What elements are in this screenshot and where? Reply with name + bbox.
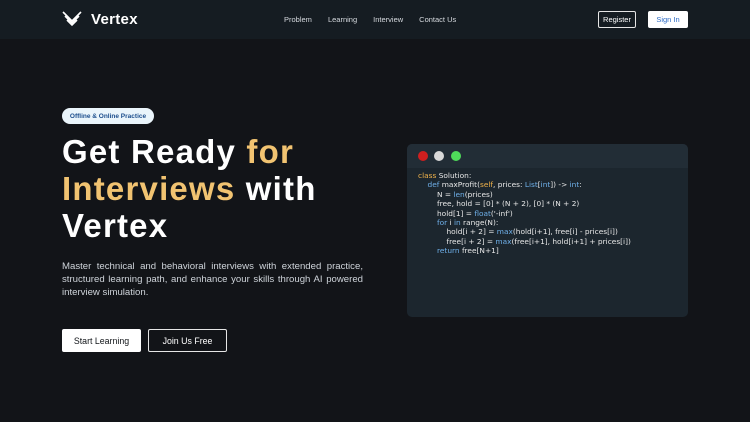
start-learning-button[interactable]: Start Learning bbox=[62, 329, 141, 352]
code-token: ]) -> bbox=[550, 180, 570, 190]
code-token: free[N+1] bbox=[459, 246, 499, 256]
code-line: class Solution: bbox=[418, 171, 631, 180]
join-us-free-button[interactable]: Join Us Free bbox=[148, 329, 227, 352]
headline-text: Vertex bbox=[62, 207, 169, 244]
code-token: N = bbox=[437, 189, 454, 199]
code-token: free[i + 2] = bbox=[446, 236, 496, 246]
code-token: int bbox=[540, 180, 551, 190]
minimize-dot-icon bbox=[434, 151, 444, 161]
code-token: (hold[i+1], free[i] - prices[i]) bbox=[512, 227, 618, 237]
nav-link-contact[interactable]: Contact Us bbox=[419, 15, 456, 24]
code-token: List bbox=[524, 180, 538, 190]
headline-text: with bbox=[235, 170, 317, 207]
nav-link-interview[interactable]: Interview bbox=[373, 15, 403, 24]
code-token: len bbox=[453, 189, 465, 199]
code-token: (prices) bbox=[464, 189, 493, 199]
code-token: return bbox=[437, 246, 460, 256]
code-token: float bbox=[474, 208, 491, 218]
code-token: for bbox=[437, 218, 448, 228]
code-snippet: class Solution: def maxProfit(self, price… bbox=[418, 171, 631, 256]
code-token: def bbox=[427, 180, 440, 190]
maximize-dot-icon bbox=[451, 151, 461, 161]
code-line: for i in range(N): bbox=[418, 218, 631, 227]
code-token: ('-inf') bbox=[490, 208, 513, 218]
code-line: N = len(prices) bbox=[418, 190, 631, 199]
code-line: free, hold = [0] * (N + 2), [0] * (N + 2… bbox=[418, 199, 631, 208]
code-token: int bbox=[569, 180, 580, 190]
code-token: class bbox=[418, 171, 437, 180]
code-window: class Solution: def maxProfit(self, price… bbox=[407, 144, 688, 317]
headline-text: Get Ready bbox=[62, 133, 247, 170]
code-line: hold[1] = float('-inf') bbox=[418, 209, 631, 218]
nav-link-problem[interactable]: Problem bbox=[284, 15, 312, 24]
hero-description: Master technical and behavioral intervie… bbox=[62, 261, 363, 298]
chevron-v-logo-icon bbox=[62, 11, 82, 27]
code-token: Solution: bbox=[436, 171, 472, 180]
nav-menu: Problem Learning Interview Contact Us bbox=[284, 15, 456, 24]
code-token: : bbox=[579, 180, 582, 190]
code-window-titlebar bbox=[407, 144, 688, 168]
code-token: free, hold = [0] * (N + 2), [0] * (N + 2… bbox=[437, 199, 580, 209]
code-token: self bbox=[479, 180, 494, 190]
code-token: max bbox=[496, 227, 513, 237]
code-line: hold[i + 2] = max(hold[i+1], free[i] - p… bbox=[418, 227, 631, 236]
code-token: in bbox=[453, 218, 461, 228]
code-token: i bbox=[447, 218, 454, 228]
code-token: range(N): bbox=[460, 218, 499, 228]
brand-logo[interactable]: Vertex bbox=[62, 10, 138, 28]
brand-name: Vertex bbox=[91, 10, 138, 28]
code-token: (free[i+1], hold[i+1] + prices[i]) bbox=[511, 236, 631, 246]
code-token: hold[1] = bbox=[437, 208, 475, 218]
code-token: max bbox=[495, 236, 512, 246]
code-token: maxProfit( bbox=[439, 180, 480, 190]
sign-in-button[interactable]: Sign In bbox=[648, 11, 688, 28]
register-button[interactable]: Register bbox=[598, 11, 636, 28]
close-dot-icon bbox=[418, 151, 428, 161]
nav-link-learning[interactable]: Learning bbox=[328, 15, 357, 24]
headline-highlight: Interviews bbox=[62, 170, 236, 207]
top-navbar: Vertex Problem Learning Interview Contac… bbox=[0, 0, 750, 39]
code-token: hold[i + 2] = bbox=[446, 227, 497, 237]
code-token: , prices: bbox=[493, 180, 525, 190]
headline-highlight: for bbox=[246, 133, 294, 170]
code-line: return free[N+1] bbox=[418, 246, 631, 255]
code-line: def maxProfit(self, prices: List[int]) -… bbox=[418, 180, 631, 189]
practice-badge: Offline & Online Practice bbox=[62, 108, 154, 124]
code-line: free[i + 2] = max(free[i+1], hold[i+1] +… bbox=[418, 237, 631, 246]
hero-headline: Get Ready for Interviews with Vertex bbox=[62, 133, 362, 244]
